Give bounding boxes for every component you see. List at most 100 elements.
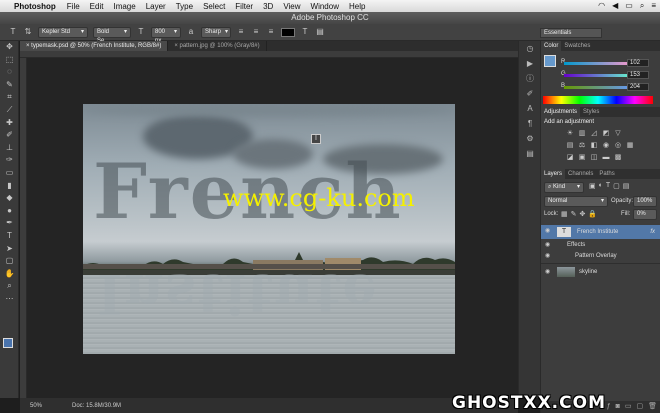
menu-3d[interactable]: 3D: [263, 2, 273, 11]
pixel-filter-icon[interactable]: ▣: [589, 182, 596, 190]
text-color-swatch[interactable]: [281, 27, 295, 37]
lock-all-icon[interactable]: 🔒: [588, 210, 597, 218]
doc-size[interactable]: Doc: 15.8M/30.9M: [72, 403, 121, 409]
color-spectrum[interactable]: [543, 96, 653, 104]
antialias-select[interactable]: Sharp ▾: [201, 26, 231, 38]
layer-name[interactable]: skyline: [579, 266, 597, 278]
layer-pattern-overlay-row[interactable]: ◉ Pattern Overlay: [541, 250, 660, 262]
menu-app[interactable]: Photoshop: [14, 2, 56, 11]
workspace-select[interactable]: Essentials: [540, 28, 602, 38]
quick-select-tool-icon[interactable]: ✎: [0, 79, 19, 92]
battery-icon[interactable]: ▭: [625, 1, 633, 11]
r-slider[interactable]: [564, 62, 634, 65]
font-size-select[interactable]: 800 px▾: [151, 26, 181, 44]
opacity-input[interactable]: 100%: [633, 196, 657, 207]
tab-channels[interactable]: Channels: [565, 169, 596, 179]
type-tool-icon[interactable]: T: [8, 27, 18, 37]
lock-image-icon[interactable]: ✎: [571, 210, 577, 218]
gradient-tool-icon[interactable]: ▮: [0, 180, 19, 193]
type-filter-icon[interactable]: T: [606, 182, 610, 190]
character-panel-icon[interactable]: ▤: [315, 27, 325, 37]
font-family-select[interactable]: Kepler Std ▾: [38, 26, 88, 38]
document-canvas[interactable]: French Institute www.cg-ku.com I: [83, 104, 455, 354]
tab-color[interactable]: Color: [541, 41, 562, 51]
b-slider[interactable]: [564, 86, 634, 89]
menu-select[interactable]: Select: [203, 2, 225, 11]
menu-file[interactable]: File: [67, 2, 80, 11]
threshold-icon[interactable]: ◫: [589, 153, 599, 162]
b-value[interactable]: 204: [627, 83, 649, 91]
hue-saturation-icon[interactable]: ▤: [565, 141, 575, 150]
brush-presets-icon[interactable]: ✐: [519, 86, 541, 101]
info-icon[interactable]: ⓘ: [519, 71, 541, 86]
gradient-map-icon[interactable]: ▬: [601, 153, 611, 162]
menu-layer[interactable]: Layer: [146, 2, 166, 11]
list-icon[interactable]: ≡: [651, 1, 656, 11]
curves-icon[interactable]: ◿: [589, 129, 599, 138]
black-white-icon[interactable]: ◧: [589, 141, 599, 150]
warp-text-icon[interactable]: T: [300, 27, 310, 37]
menu-type[interactable]: Type: [176, 2, 193, 11]
layer-row-french-institute[interactable]: ◉ T French Institute fx: [541, 225, 660, 239]
layer-name[interactable]: French Institute: [577, 226, 618, 238]
foreground-color-chip[interactable]: [544, 55, 556, 67]
eye-icon[interactable]: ◉: [545, 266, 550, 278]
properties-icon[interactable]: ⚙: [519, 131, 541, 146]
wifi-icon[interactable]: ◠: [598, 1, 605, 11]
blend-mode-select[interactable]: Normal ▾: [544, 196, 608, 207]
crop-tool-icon[interactable]: ⌗: [0, 91, 19, 104]
align-center-icon[interactable]: ≡: [251, 27, 261, 37]
color-balance-icon[interactable]: ⚖: [577, 141, 587, 150]
eyedropper-tool-icon[interactable]: ⟋: [0, 104, 19, 117]
align-right-icon[interactable]: ≡: [266, 27, 276, 37]
shape-tool-icon[interactable]: ▢: [0, 255, 19, 268]
blur-tool-icon[interactable]: ◆: [0, 192, 19, 205]
character-icon[interactable]: A: [519, 101, 541, 116]
tab-styles[interactable]: Styles: [580, 107, 602, 117]
layer-row-skyline[interactable]: ◉ skyline: [541, 263, 660, 279]
eye-icon[interactable]: ◉: [545, 225, 550, 237]
layer-filter-select[interactable]: ⌕ Kind ▾: [544, 182, 584, 193]
levels-icon[interactable]: ▥: [577, 129, 587, 138]
menu-edit[interactable]: Edit: [90, 2, 104, 11]
search-icon[interactable]: ⌕: [640, 1, 644, 11]
menu-filter[interactable]: Filter: [235, 2, 253, 11]
marquee-tool-icon[interactable]: ⬚: [0, 54, 19, 67]
type-tool-icon-sidebar[interactable]: T: [0, 230, 19, 243]
eraser-tool-icon[interactable]: ▭: [0, 167, 19, 180]
pen-tool-icon[interactable]: ✒: [0, 217, 19, 230]
tab-adjustments[interactable]: Adjustments: [541, 107, 581, 117]
zoom-level[interactable]: 50%: [30, 403, 42, 409]
foreground-color-swatch[interactable]: [3, 338, 13, 348]
smart-object-filter-icon[interactable]: ▤: [623, 182, 630, 190]
history-brush-tool-icon[interactable]: ✑: [0, 154, 19, 167]
text-anchor-icon[interactable]: I: [311, 134, 321, 144]
font-style-select[interactable]: Bold Se...▾: [93, 26, 131, 44]
exposure-icon[interactable]: ◩: [601, 129, 611, 138]
menu-help[interactable]: Help: [349, 2, 365, 11]
menu-view[interactable]: View: [283, 2, 300, 11]
menu-window[interactable]: Window: [311, 2, 339, 11]
dodge-tool-icon[interactable]: ●: [0, 205, 19, 218]
adjustment-filter-icon[interactable]: ◐: [599, 182, 603, 190]
fx-icon[interactable]: fx: [650, 226, 655, 238]
lasso-tool-icon[interactable]: ◌: [0, 66, 19, 79]
healing-tool-icon[interactable]: ✚: [0, 117, 19, 130]
vibrance-icon[interactable]: ▽: [613, 129, 623, 138]
lock-transparent-icon[interactable]: ▦: [561, 210, 568, 218]
eye-icon[interactable]: ◉: [545, 250, 550, 262]
invert-icon[interactable]: ◪: [565, 153, 575, 162]
brightness-icon[interactable]: ☀: [565, 129, 575, 138]
tab-swatches[interactable]: Swatches: [561, 41, 593, 51]
menu-image[interactable]: Image: [113, 2, 135, 11]
posterize-icon[interactable]: ▣: [577, 153, 587, 162]
libraries-icon[interactable]: ▤: [519, 146, 541, 161]
channel-mixer-icon[interactable]: ◎: [613, 141, 623, 150]
paragraph-icon[interactable]: ¶: [519, 116, 541, 131]
g-slider[interactable]: [564, 74, 634, 77]
fill-input[interactable]: 0%: [633, 209, 657, 220]
tab-paths[interactable]: Paths: [596, 169, 617, 179]
color-lookup-icon[interactable]: ▦: [625, 141, 635, 150]
history-icon[interactable]: ◷: [519, 41, 541, 56]
volume-icon[interactable]: ◀: [612, 1, 618, 11]
